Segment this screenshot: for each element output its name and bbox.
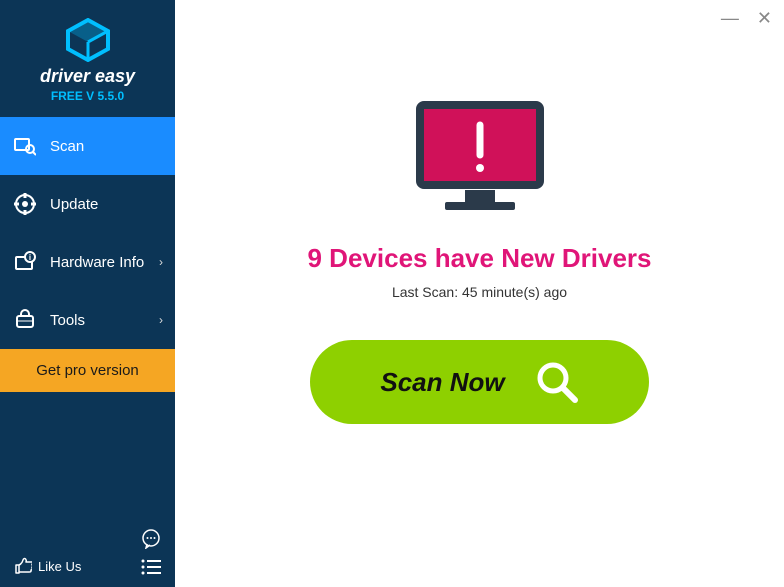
nav-item-hardware[interactable]: i Hardware Info › — [0, 233, 175, 291]
monitor-illustration — [410, 100, 550, 225]
hardware-icon: i — [14, 251, 36, 273]
nav-label: Update — [50, 196, 98, 213]
nav-label: Hardware Info — [50, 254, 144, 271]
pro-label: Get pro version — [36, 362, 139, 379]
nav-item-tools[interactable]: Tools › — [0, 291, 175, 349]
nav-label: Scan — [50, 138, 84, 155]
close-button[interactable]: ✕ — [757, 8, 772, 29]
feedback-icon[interactable] — [141, 529, 161, 549]
chevron-right-icon: › — [159, 313, 163, 327]
version-label: FREE V 5.5.0 — [0, 89, 175, 103]
scan-now-button[interactable]: Scan Now — [310, 340, 648, 424]
menu-icon[interactable] — [141, 559, 161, 575]
minimize-button[interactable]: — — [721, 8, 739, 29]
chevron-right-icon: › — [159, 255, 163, 269]
main-content: — ✕ 9 Devices have New Drivers Last Scan… — [175, 0, 784, 587]
logo-icon — [64, 18, 112, 62]
nav-item-update[interactable]: Update — [0, 175, 175, 233]
like-us-label: Like Us — [38, 559, 81, 574]
nav-label: Tools — [50, 312, 85, 329]
scan-button-label: Scan Now — [380, 367, 504, 398]
tools-icon — [14, 309, 36, 331]
search-icon — [535, 360, 579, 404]
update-icon — [14, 193, 36, 215]
get-pro-button[interactable]: Get pro version — [0, 349, 175, 392]
last-scan-text: Last Scan: 45 minute(s) ago — [392, 284, 567, 300]
thumbs-up-icon — [14, 557, 32, 575]
svg-text:i: i — [29, 253, 31, 262]
headline-text: 9 Devices have New Drivers — [308, 243, 652, 274]
like-us-button[interactable]: Like Us — [14, 557, 81, 575]
sidebar: driver easy FREE V 5.5.0 Scan Update i H… — [0, 0, 175, 587]
brand-name: driver easy — [0, 66, 175, 87]
nav-list: Scan Update i Hardware Info › Tools › Ge… — [0, 117, 175, 519]
bottom-bar: Like Us — [0, 519, 175, 587]
logo-area: driver easy FREE V 5.5.0 — [0, 0, 175, 117]
window-controls: — ✕ — [721, 8, 772, 29]
nav-item-scan[interactable]: Scan — [0, 117, 175, 175]
scan-icon — [14, 135, 36, 157]
bottom-icons — [141, 529, 161, 575]
